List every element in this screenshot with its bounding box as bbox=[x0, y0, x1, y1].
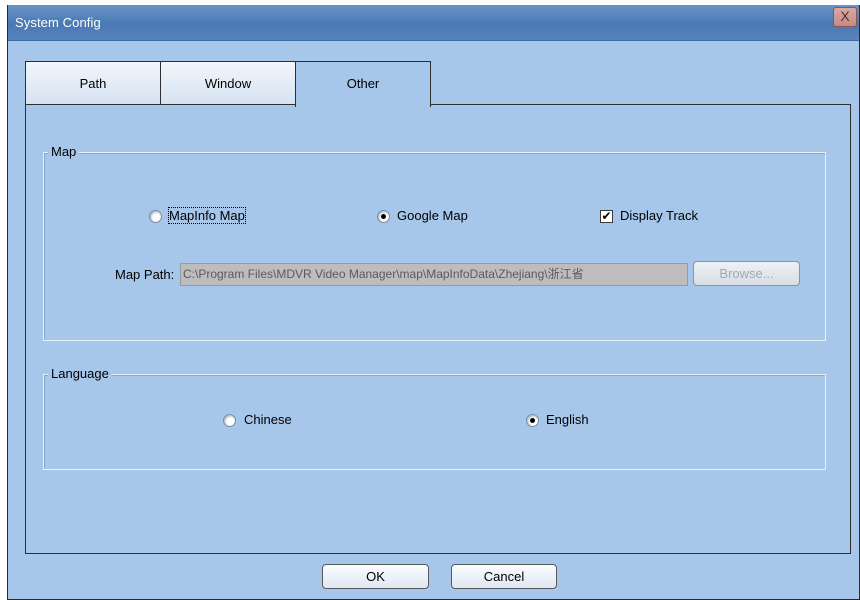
system-config-dialog: System Config X Path Window Other Map Ma… bbox=[7, 5, 860, 600]
map-group-legend: Map bbox=[48, 144, 80, 159]
browse-button-label: Browse... bbox=[719, 266, 774, 281]
map-path-label: Map Path: bbox=[115, 267, 175, 282]
language-group-legend: Language bbox=[48, 366, 112, 381]
google-map-radio[interactable] bbox=[377, 210, 390, 223]
chinese-label[interactable]: Chinese bbox=[244, 412, 292, 427]
tab-other-label: Other bbox=[346, 76, 380, 91]
close-button[interactable]: X bbox=[833, 7, 857, 27]
mapinfo-map-radio[interactable] bbox=[149, 210, 162, 223]
english-radio[interactable] bbox=[526, 414, 539, 427]
mapinfo-map-label[interactable]: MapInfo Map bbox=[168, 207, 246, 224]
display-track-label[interactable]: Display Track bbox=[620, 208, 698, 223]
ok-button[interactable]: OK bbox=[322, 564, 429, 589]
ok-button-label: OK bbox=[366, 569, 385, 584]
tab-window-label: Window bbox=[204, 76, 252, 91]
cancel-button-label: Cancel bbox=[483, 569, 525, 584]
cancel-button[interactable]: Cancel bbox=[451, 564, 557, 589]
tab-other[interactable]: Other bbox=[295, 61, 431, 107]
tab-path-label: Path bbox=[79, 76, 107, 91]
map-group: Map bbox=[43, 144, 826, 341]
tab-window[interactable]: Window bbox=[160, 61, 296, 105]
browse-button[interactable]: Browse... bbox=[693, 261, 800, 286]
google-map-label[interactable]: Google Map bbox=[397, 208, 468, 223]
language-group: Language bbox=[43, 366, 826, 470]
window-title: System Config bbox=[15, 15, 101, 30]
tab-path[interactable]: Path bbox=[25, 61, 161, 105]
chinese-radio[interactable] bbox=[223, 414, 236, 427]
display-track-checkbox[interactable]: ✔ bbox=[600, 210, 613, 223]
english-label[interactable]: English bbox=[546, 412, 589, 427]
title-bar[interactable]: System Config X bbox=[8, 5, 859, 41]
map-path-field[interactable]: C:\Program Files\MDVR Video Manager\map\… bbox=[180, 263, 688, 286]
close-icon: X bbox=[840, 8, 850, 24]
